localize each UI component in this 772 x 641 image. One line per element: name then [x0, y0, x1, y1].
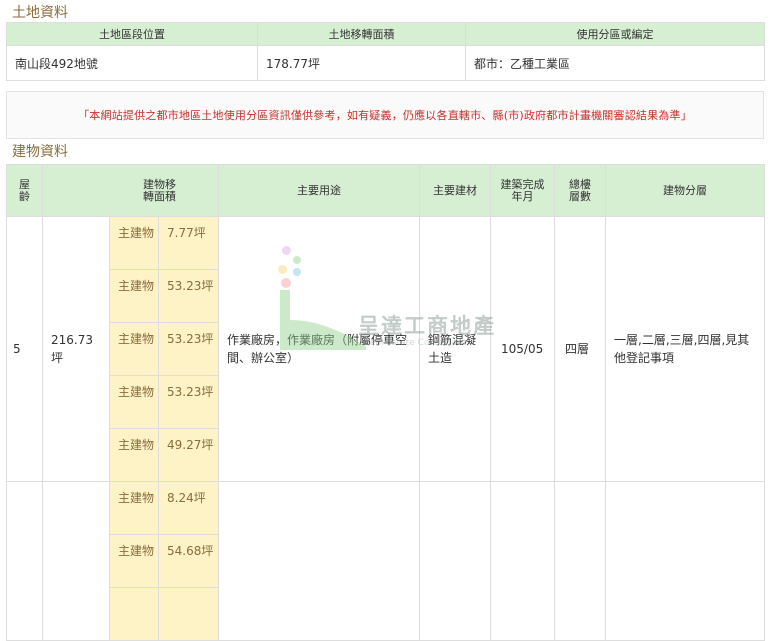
header-material: 主要建材: [419, 164, 491, 217]
sub-value: 53.23坪: [158, 322, 219, 376]
sub-value: 53.23坪: [158, 269, 219, 323]
sub-label: 主建物: [109, 481, 159, 535]
row1-completed: 105/05: [490, 216, 555, 482]
row2-area: [42, 481, 110, 641]
sub-label: 主建物: [109, 322, 159, 376]
sub-value: 7.77坪: [158, 216, 219, 270]
header-completed: 建築完成年月: [490, 164, 555, 217]
building-table: 屋齡 建物移轉面積 主要用途 主要建材 建築完成年月 總樓層數 建物分層 5 2…: [6, 164, 765, 641]
sub-label: 主建物: [109, 269, 159, 323]
header-area: 建物移轉面積: [42, 164, 219, 217]
row2-material: [419, 481, 491, 641]
row2-age: [6, 481, 43, 641]
land-location: 南山段492地號: [6, 45, 258, 81]
zoning-notice: 「本網站提供之都市地區土地使用分區資訊僅供參考，如有疑義，仍應以各直轄市、縣(市…: [6, 91, 764, 139]
sub-label: [109, 587, 159, 641]
building-section-title: 建物資料: [12, 144, 68, 160]
row1-age: 5: [6, 216, 43, 482]
sub-label: 主建物: [109, 428, 159, 482]
row2-floors: [554, 481, 606, 641]
sub-value: 8.24坪: [158, 481, 219, 535]
header-floors: 總樓層數: [554, 164, 606, 217]
sub-value: 54.68坪: [158, 534, 219, 588]
land-area: 178.77坪: [257, 45, 466, 81]
row2-floor-split: [605, 481, 765, 641]
sub-value: 49.27坪: [158, 428, 219, 482]
row2-usage: [218, 481, 420, 641]
land-zoning: 都市：乙種工業區: [465, 45, 765, 81]
sub-value: [158, 587, 219, 641]
row1-usage: 作業廠房，作業廠房（附屬停車空間、辦公室）: [218, 216, 420, 482]
row1-area: 216.73坪: [42, 216, 110, 482]
row1-floors: 四層: [554, 216, 606, 482]
sub-label: 主建物: [109, 534, 159, 588]
sub-label: 主建物: [109, 375, 159, 429]
sub-label: 主建物: [109, 216, 159, 270]
row2-completed: [490, 481, 555, 641]
land-header-location: 土地區段位置: [6, 22, 258, 46]
header-floor-split: 建物分層: [605, 164, 765, 217]
header-usage: 主要用途: [218, 164, 420, 217]
header-age: 屋齡: [6, 164, 43, 217]
sub-value: 53.23坪: [158, 375, 219, 429]
land-header-area: 土地移轉面積: [257, 22, 466, 46]
land-section-title: 土地資料: [12, 5, 68, 21]
row1-material: 鋼筋混凝土造: [419, 216, 491, 482]
land-table: 土地區段位置 土地移轉面積 使用分區或編定 南山段492地號 178.77坪 都…: [6, 22, 765, 81]
land-header-zoning: 使用分區或編定: [465, 22, 765, 46]
row1-floor-split: 一層,二層,三層,四層,見其他登記事項: [605, 216, 765, 482]
